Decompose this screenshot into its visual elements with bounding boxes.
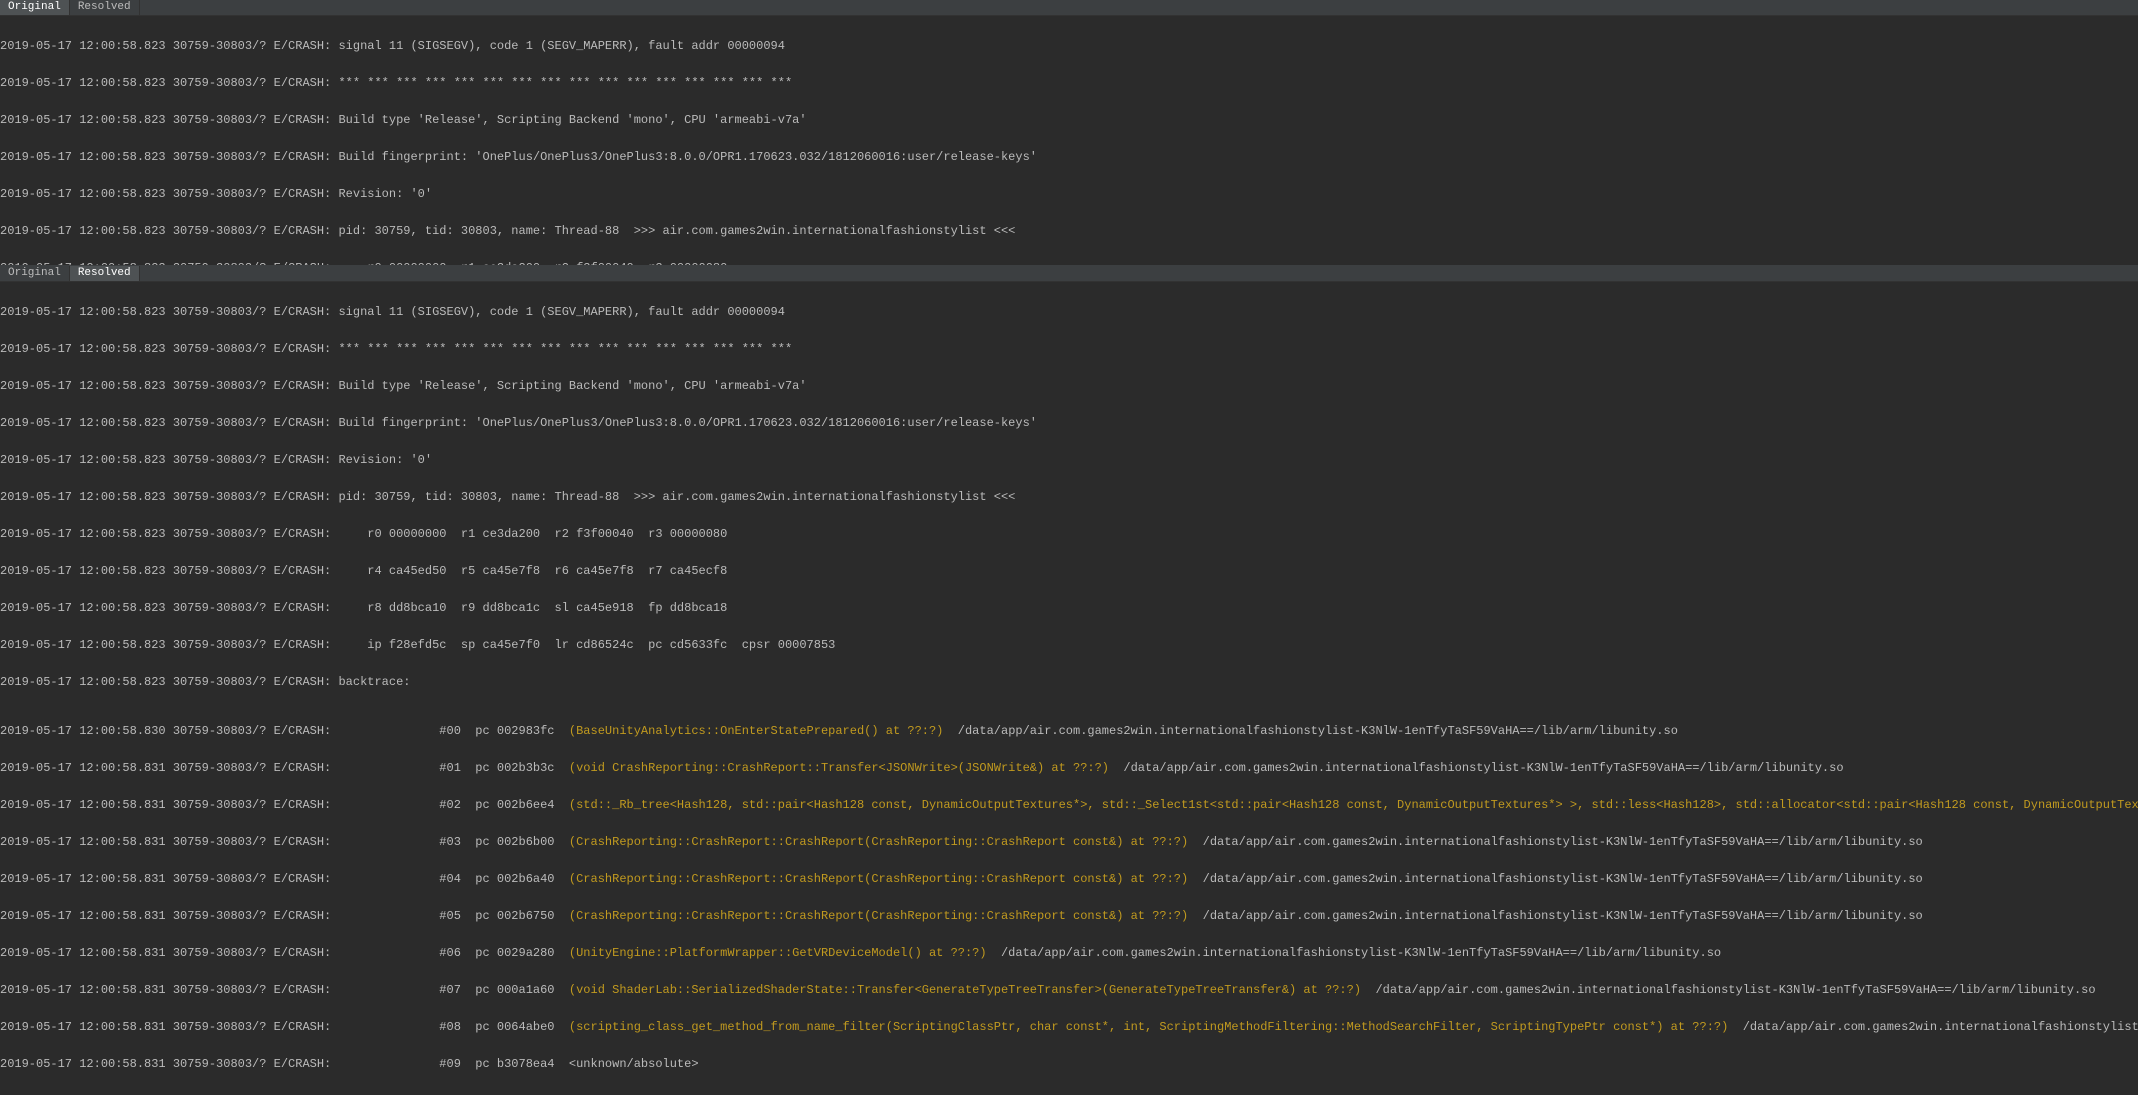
log-line: 2019-05-17 12:00:58.823 30759-30803/? E/… <box>0 151 2138 164</box>
crash-log-panel-original: Original Resolved 2019-05-17 12:00:58.82… <box>0 0 2138 265</box>
log-line: 2019-05-17 12:00:58.831 30759-30803/? E/… <box>0 762 2138 775</box>
log-line: 2019-05-17 12:00:58.823 30759-30803/? E/… <box>0 565 2138 578</box>
log-line: 2019-05-17 12:00:58.831 30759-30803/? E/… <box>0 799 2138 812</box>
tab-resolved[interactable]: Resolved <box>70 266 140 281</box>
log-line: 2019-05-17 12:00:58.823 30759-30803/? E/… <box>0 676 2138 689</box>
log-line: 2019-05-17 12:00:58.823 30759-30803/? E/… <box>0 306 2138 319</box>
tab-bar-top: Original Resolved <box>0 0 2138 16</box>
crash-log-panel-resolved: Original Resolved 2019-05-17 12:00:58.82… <box>0 265 2138 1095</box>
log-line: 2019-05-17 12:00:58.831 30759-30803/? E/… <box>0 984 2138 997</box>
log-line: 2019-05-17 12:00:58.823 30759-30803/? E/… <box>0 454 2138 467</box>
log-line: 2019-05-17 12:00:58.831 30759-30803/? E/… <box>0 947 2138 960</box>
log-line: 2019-05-17 12:00:58.831 30759-30803/? E/… <box>0 873 2138 886</box>
log-line: 2019-05-17 12:00:58.823 30759-30803/? E/… <box>0 188 2138 201</box>
log-line: 2019-05-17 12:00:58.823 30759-30803/? E/… <box>0 602 2138 615</box>
log-line: 2019-05-17 12:00:58.823 30759-30803/? E/… <box>0 528 2138 541</box>
tab-original[interactable]: Original <box>0 266 70 281</box>
log-line: 2019-05-17 12:00:58.831 30759-30803/? E/… <box>0 1021 2138 1034</box>
tab-bar-bottom: Original Resolved <box>0 266 2138 282</box>
log-line: 2019-05-17 12:00:58.823 30759-30803/? E/… <box>0 343 2138 356</box>
log-line: 2019-05-17 12:00:58.831 30759-30803/? E/… <box>0 1058 2138 1071</box>
log-line: 2019-05-17 12:00:58.823 30759-30803/? E/… <box>0 639 2138 652</box>
log-line: 2019-05-17 12:00:58.823 30759-30803/? E/… <box>0 77 2138 90</box>
log-line: 2019-05-17 12:00:58.831 30759-30803/? E/… <box>0 910 2138 923</box>
tab-resolved[interactable]: Resolved <box>70 0 140 15</box>
log-line: 2019-05-17 12:00:58.831 30759-30803/? E/… <box>0 836 2138 849</box>
log-output-resolved: 2019-05-17 12:00:58.823 30759-30803/? E/… <box>0 282 2138 1095</box>
log-line: 2019-05-17 12:00:58.823 30759-30803/? E/… <box>0 417 2138 430</box>
tab-original[interactable]: Original <box>0 0 70 15</box>
log-line: 2019-05-17 12:00:58.830 30759-30803/? E/… <box>0 725 2138 738</box>
log-line: 2019-05-17 12:00:58.823 30759-30803/? E/… <box>0 114 2138 127</box>
log-line: 2019-05-17 12:00:58.823 30759-30803/? E/… <box>0 380 2138 393</box>
log-line: 2019-05-17 12:00:58.823 30759-30803/? E/… <box>0 225 2138 238</box>
log-line: 2019-05-17 12:00:58.823 30759-30803/? E/… <box>0 40 2138 53</box>
log-line: 2019-05-17 12:00:58.823 30759-30803/? E/… <box>0 491 2138 504</box>
log-output-original: 2019-05-17 12:00:58.823 30759-30803/? E/… <box>0 16 2138 265</box>
